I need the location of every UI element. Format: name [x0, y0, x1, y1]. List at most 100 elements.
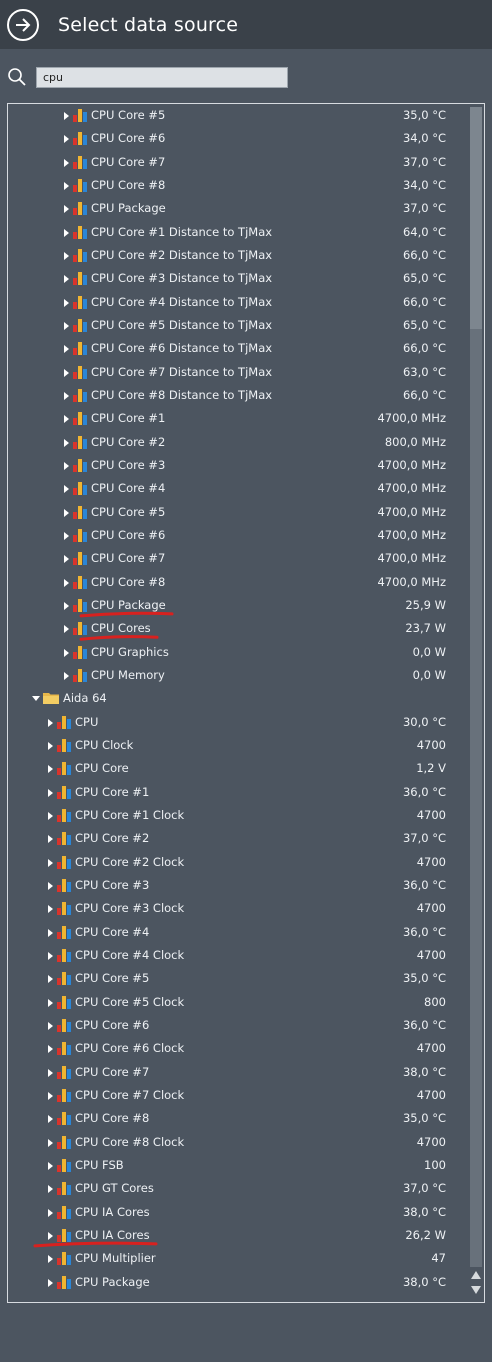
expand-arrow-icon[interactable]	[48, 765, 53, 774]
tree-sensor-row[interactable]: CPU 30,0 °C	[8, 711, 470, 734]
expand-arrow-icon[interactable]	[64, 275, 69, 284]
expand-arrow-icon[interactable]	[48, 718, 53, 727]
expand-arrow-icon[interactable]	[48, 1091, 53, 1100]
expand-arrow-icon[interactable]	[64, 391, 69, 400]
tree-sensor-row[interactable]: CPU Core #1 Distance to TjMax 64,0 °C	[8, 221, 470, 244]
scroll-up-arrow-icon[interactable]	[471, 1271, 481, 1279]
expand-arrow-icon[interactable]	[48, 1208, 53, 1217]
tree-sensor-row[interactable]: CPU Core 1,2 V	[8, 757, 470, 780]
expand-arrow-icon[interactable]	[64, 228, 69, 237]
tree-sensor-row[interactable]: CPU Core #6 36,0 °C	[8, 1014, 470, 1037]
expand-arrow-icon[interactable]	[64, 251, 69, 260]
tree-sensor-row[interactable]: CPU Core #2 800,0 MHz	[8, 431, 470, 454]
expand-arrow-icon[interactable]	[64, 112, 69, 120]
tree-sensor-row[interactable]: CPU Core #4 4700,0 MHz	[8, 477, 470, 500]
expand-arrow-icon[interactable]	[48, 835, 53, 844]
tree-sensor-row[interactable]: CPU Core #8 Distance to TjMax 66,0 °C	[8, 384, 470, 407]
tree-sensor-row[interactable]: CPU Core #8 34,0 °C	[8, 174, 470, 197]
expand-arrow-icon[interactable]	[48, 1115, 53, 1124]
expand-arrow-icon[interactable]	[64, 345, 69, 354]
expand-arrow-icon[interactable]	[48, 1255, 53, 1264]
expand-arrow-icon[interactable]	[64, 578, 69, 587]
tree-sensor-row[interactable]: CPU Core #7 4700,0 MHz	[8, 547, 470, 570]
tree-sensor-row[interactable]: CPU Core #7 37,0 °C	[8, 151, 470, 174]
tree-sensor-row[interactable]: CPU Core #3 36,0 °C	[8, 874, 470, 897]
expanded-arrow-icon[interactable]	[32, 696, 40, 702]
expand-arrow-icon[interactable]	[48, 811, 53, 820]
tree-sensor-row[interactable]: CPU Core #5 Clock 800	[8, 991, 470, 1014]
tree-sensor-row[interactable]: CPU Graphics 0,0 W	[8, 641, 470, 664]
expand-arrow-icon[interactable]	[48, 788, 53, 797]
tree-sensor-row[interactable]: CPU Core #8 Clock 4700	[8, 1131, 470, 1154]
scrollbar-thumb[interactable]	[470, 107, 482, 329]
expand-arrow-icon[interactable]	[48, 881, 53, 890]
expand-arrow-icon[interactable]	[48, 858, 53, 867]
tree-sensor-row[interactable]: CPU Cores 23,7 W	[8, 617, 470, 640]
expand-arrow-icon[interactable]	[48, 975, 53, 984]
tree-sensor-row[interactable]: CPU Package 25,9 W	[8, 594, 470, 617]
expand-arrow-icon[interactable]	[64, 485, 69, 494]
tree-sensor-row[interactable]: CPU Core #4 Distance to TjMax 66,0 °C	[8, 291, 470, 314]
tree-sensor-row[interactable]: CPU Core #1 4700,0 MHz	[8, 407, 470, 430]
expand-arrow-icon[interactable]	[48, 1021, 53, 1030]
tree-sensor-row[interactable]: CPU Core #4 36,0 °C	[8, 921, 470, 944]
tree-sensor-row[interactable]: CPU Core #6 4700,0 MHz	[8, 524, 470, 547]
tree-sensor-row[interactable]: CPU Core #3 Clock 4700	[8, 897, 470, 920]
tree-sensor-row[interactable]: CPU Core #1 36,0 °C	[8, 781, 470, 804]
scroll-down-arrow-icon[interactable]	[471, 1286, 481, 1294]
search-input[interactable]	[36, 67, 288, 88]
tree-sensor-row[interactable]: CPU Core #3 4700,0 MHz	[8, 454, 470, 477]
expand-arrow-icon[interactable]	[64, 648, 69, 657]
tree-sensor-row[interactable]: CPU Core #7 Distance to TjMax 63,0 °C	[8, 361, 470, 384]
tree-sensor-row[interactable]: CPU Core #7 38,0 °C	[8, 1061, 470, 1084]
data-source-tree[interactable]: CPU Core #5 35,0 °C CPU Core #6 34,0 °C CPU …	[7, 103, 485, 1303]
expand-arrow-icon[interactable]	[64, 671, 69, 680]
tree-folder-row[interactable]: Aida 64	[8, 687, 470, 710]
tree-sensor-row[interactable]: CPU Core #6 Distance to TjMax 66,0 °C	[8, 337, 470, 360]
expand-arrow-icon[interactable]	[48, 998, 53, 1007]
expand-arrow-icon[interactable]	[48, 905, 53, 914]
tree-sensor-row[interactable]: CPU Memory 0,0 W	[8, 664, 470, 687]
expand-arrow-icon[interactable]	[48, 1185, 53, 1194]
tree-sensor-row[interactable]: CPU Core #4 Clock 4700	[8, 944, 470, 967]
tree-sensor-row[interactable]: CPU Core #8 4700,0 MHz	[8, 571, 470, 594]
tree-sensor-row[interactable]: CPU Core #1 Clock 4700	[8, 804, 470, 827]
expand-arrow-icon[interactable]	[48, 1278, 53, 1287]
tree-sensor-row[interactable]: CPU Core #6 34,0 °C	[8, 127, 470, 150]
expand-arrow-icon[interactable]	[64, 555, 69, 564]
expand-arrow-icon[interactable]	[48, 1068, 53, 1077]
tree-sensor-row[interactable]: CPU Core #5 Distance to TjMax 65,0 °C	[8, 314, 470, 337]
tree-sensor-row[interactable]: CPU GT Cores 37,0 °C	[8, 1177, 470, 1200]
tree-sensor-row[interactable]: CPU Clock 4700	[8, 734, 470, 757]
back-button[interactable]	[7, 8, 39, 41]
vertical-scrollbar[interactable]	[468, 105, 482, 1301]
expand-arrow-icon[interactable]	[48, 951, 53, 960]
tree-sensor-row[interactable]: CPU Core #2 37,0 °C	[8, 827, 470, 850]
expand-arrow-icon[interactable]	[64, 625, 69, 634]
expand-arrow-icon[interactable]	[64, 461, 69, 470]
expand-arrow-icon[interactable]	[64, 601, 69, 610]
tree-sensor-row[interactable]: CPU IA Cores 38,0 °C	[8, 1201, 470, 1224]
tree-sensor-row[interactable]: CPU Core #5 35,0 °C	[8, 967, 470, 990]
expand-arrow-icon[interactable]	[64, 135, 69, 144]
expand-arrow-icon[interactable]	[64, 205, 69, 214]
tree-sensor-row[interactable]: CPU Package 38,0 °C	[8, 1271, 470, 1294]
expand-arrow-icon[interactable]	[64, 158, 69, 167]
tree-sensor-row[interactable]: CPU Core #2 Distance to TjMax 66,0 °C	[8, 244, 470, 267]
tree-sensor-row[interactable]: CPU Core #3 Distance to TjMax 65,0 °C	[8, 267, 470, 290]
expand-arrow-icon[interactable]	[64, 321, 69, 330]
expand-arrow-icon[interactable]	[64, 181, 69, 190]
expand-arrow-icon[interactable]	[48, 928, 53, 937]
expand-arrow-icon[interactable]	[48, 741, 53, 750]
tree-sensor-row[interactable]: CPU FSB 100	[8, 1154, 470, 1177]
tree-sensor-row[interactable]: CPU Core #2 Clock 4700	[8, 851, 470, 874]
tree-sensor-row[interactable]: CPU IA Cores 26,2 W	[8, 1224, 470, 1247]
expand-arrow-icon[interactable]	[64, 438, 69, 447]
expand-arrow-icon[interactable]	[64, 298, 69, 307]
expand-arrow-icon[interactable]	[48, 1231, 53, 1240]
expand-arrow-icon[interactable]	[48, 1161, 53, 1170]
expand-arrow-icon[interactable]	[64, 368, 69, 377]
tree-sensor-row[interactable]: CPU Multiplier 47	[8, 1247, 470, 1270]
expand-arrow-icon[interactable]	[64, 415, 69, 424]
expand-arrow-icon[interactable]	[48, 1045, 53, 1054]
